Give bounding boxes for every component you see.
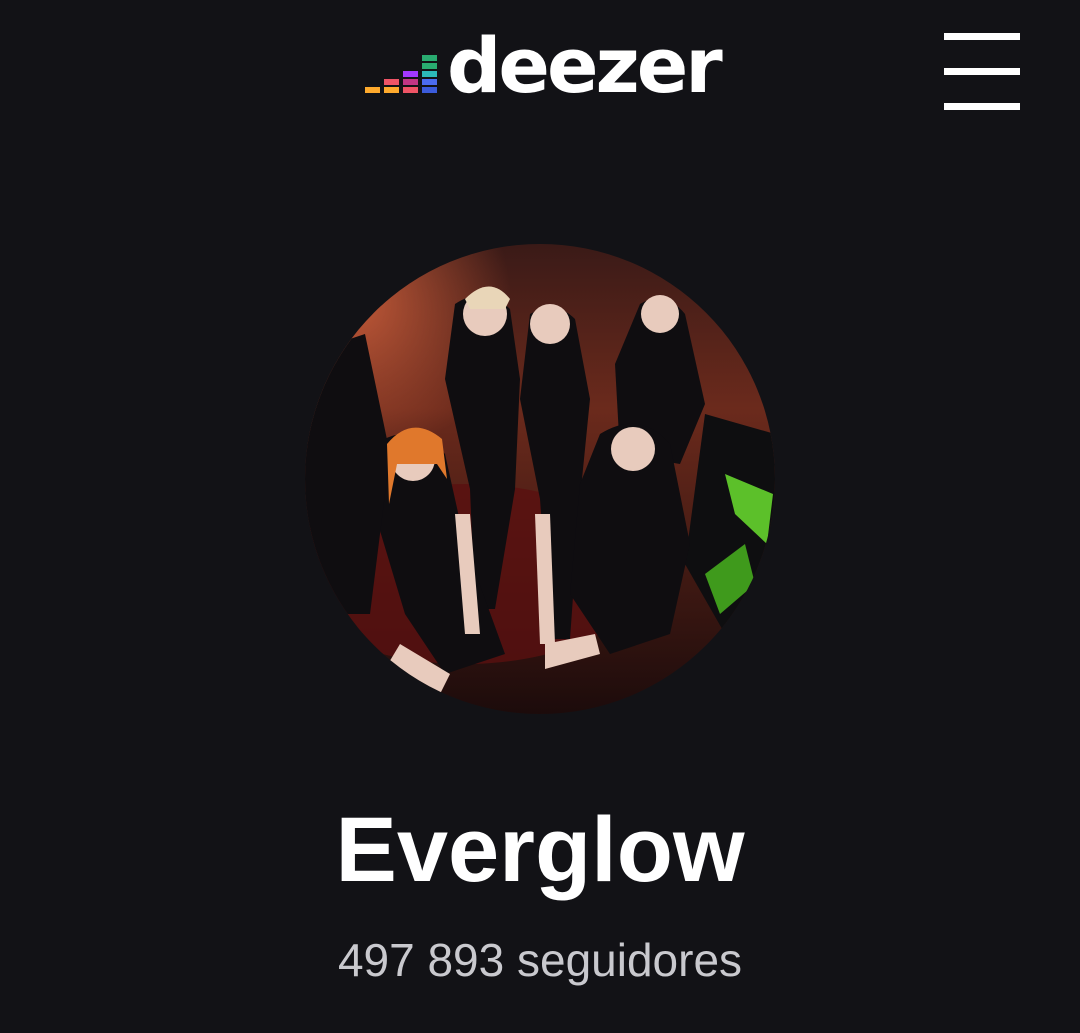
- deezer-logo[interactable]: deezer: [365, 28, 723, 106]
- artist-name: Everglow: [335, 799, 745, 901]
- menu-line: [944, 103, 1020, 110]
- equalizer-bars-icon: [365, 45, 437, 95]
- hamburger-menu-icon[interactable]: [944, 33, 1020, 111]
- artist-page: deezer Everglow 497 893 seguidores: [0, 0, 1080, 1033]
- follower-count: 497 893 seguidores: [337, 934, 743, 986]
- logo-wordmark: deezer: [447, 21, 723, 110]
- artist-photo: [305, 244, 775, 714]
- menu-line: [944, 33, 1020, 40]
- menu-line: [944, 68, 1020, 75]
